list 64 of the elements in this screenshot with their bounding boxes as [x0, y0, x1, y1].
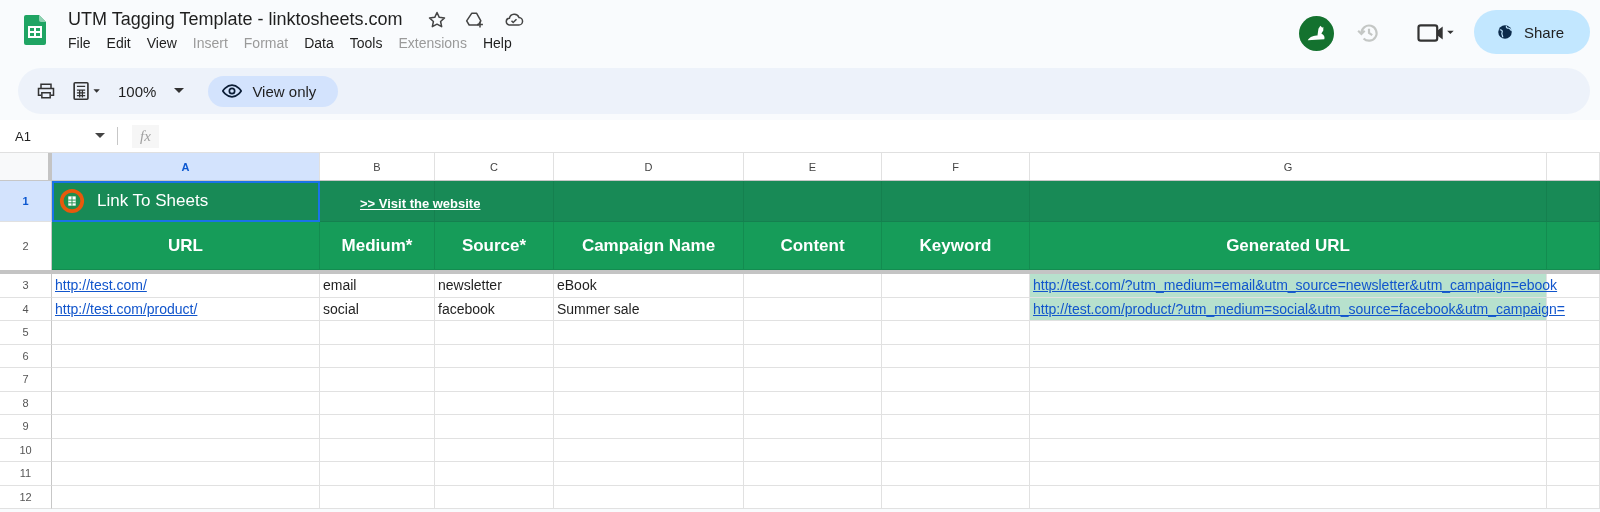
brand-name: Link To Sheets [97, 191, 209, 211]
row-header[interactable]: 6 [0, 344, 52, 368]
empty-cell [1547, 462, 1600, 486]
row-header[interactable]: 5 [0, 321, 52, 345]
row-header[interactable]: 12 [0, 485, 52, 509]
banner-cell [1547, 181, 1600, 222]
empty-cell [1547, 415, 1600, 439]
empty-cell [1547, 321, 1600, 345]
name-box[interactable]: A1 [0, 128, 105, 144]
brand-cell[interactable]: Link To Sheets [52, 181, 320, 222]
empty-cell [1547, 438, 1600, 462]
menu-item[interactable]: Help [480, 34, 520, 52]
print-icon[interactable] [36, 81, 56, 101]
menu-item[interactable]: Edit [104, 34, 139, 52]
table-cell: newsletter [435, 274, 554, 298]
caret-icon [95, 133, 105, 139]
row-header[interactable]: 3 [0, 274, 52, 298]
table-cell: social [320, 297, 435, 321]
table-cell: Summer sale [554, 297, 744, 321]
function-label: fx [132, 124, 159, 148]
share-button[interactable]: Share [1473, 10, 1590, 54]
empty-cell [1547, 391, 1600, 415]
sheets-logo-icon[interactable] [24, 15, 46, 45]
row-header[interactable]: 7 [0, 368, 52, 392]
eye-icon [222, 81, 243, 101]
column-title: Medium* [320, 222, 435, 270]
menu-item[interactable]: File [66, 34, 99, 52]
table-cell: eBook [554, 274, 744, 298]
zoom-select[interactable]: 100% [118, 82, 185, 100]
column-title: Keyword [882, 222, 1030, 270]
menu-item[interactable]: Tools [347, 34, 391, 52]
row-header[interactable]: 11 [0, 462, 52, 486]
column-title: URL [52, 222, 320, 270]
row-header[interactable]: 10 [0, 438, 52, 462]
menu-item[interactable]: View [144, 34, 185, 52]
url-link[interactable]: http://test.com/product/ [55, 300, 198, 317]
column-title: Generated URL [1030, 222, 1547, 270]
url-link[interactable]: http://test.com/product/?utm_medium=social&utm_source=facebook&utm_campaign= [1033, 300, 1565, 317]
document-title[interactable]: UTM Tagging Template - linktosheets.com [68, 9, 403, 30]
empty-cell [1547, 368, 1600, 392]
website-link[interactable]: >> Visit the website [360, 195, 481, 211]
table-cell: email [320, 274, 435, 298]
menu-item[interactable]: Data [302, 34, 342, 52]
avatar-icon[interactable] [1298, 15, 1334, 51]
url-link[interactable]: http://test.com/?utm_medium=email&utm_source=newsletter&utm_campaign=ebook [1033, 277, 1558, 294]
caret-icon [174, 88, 185, 94]
table-cell: facebook [435, 297, 554, 321]
globe-icon [1495, 23, 1514, 41]
row-header[interactable]: 4 [0, 297, 52, 321]
empty-cell [1547, 344, 1600, 368]
empty-cell [1547, 485, 1600, 509]
column-header[interactable]: A [52, 153, 320, 180]
header-cell [1547, 222, 1600, 270]
row-header[interactable]: 8 [0, 391, 52, 415]
corner-cell[interactable] [0, 153, 52, 180]
column-title: Source* [435, 222, 554, 270]
star-icon[interactable] [426, 9, 447, 30]
url-link[interactable]: http://test.com/ [55, 277, 147, 294]
row-header[interactable]: 1 [0, 181, 52, 222]
brand-logo-icon [59, 188, 85, 214]
view-only-button[interactable]: View only [208, 75, 339, 107]
column-title: Campaign Name [554, 222, 744, 270]
column-title: Content [744, 222, 882, 270]
row-header[interactable]: 9 [0, 415, 52, 439]
